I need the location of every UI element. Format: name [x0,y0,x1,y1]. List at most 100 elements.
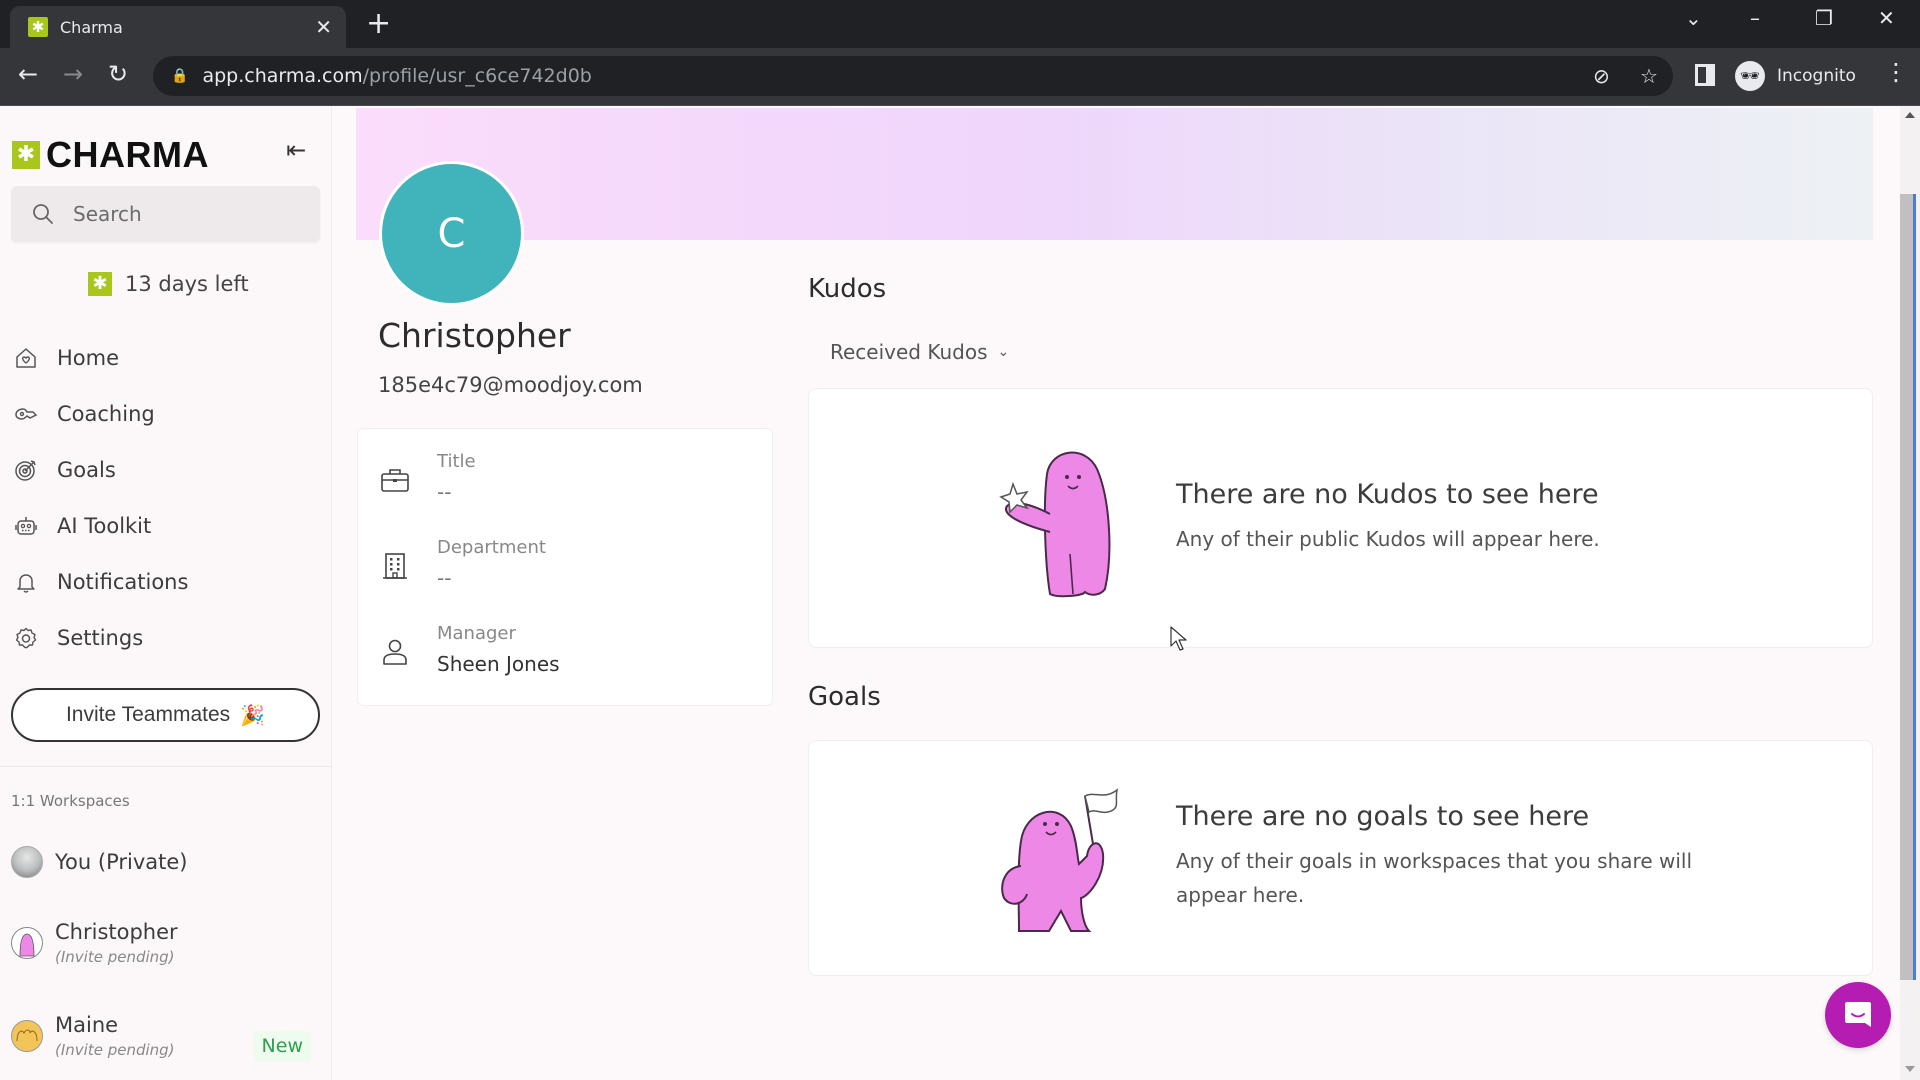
sidebar-item-settings[interactable]: Settings [0,610,332,666]
field-value: -- [437,566,452,590]
browser-tab[interactable]: ✱ Charma ✕ [10,6,346,48]
sidebar-item-coaching[interactable]: Coaching [0,386,332,442]
yellow-character-icon [16,1029,38,1042]
new-tab-button[interactable]: + [366,9,391,39]
sidebar-item-goals[interactable]: Goals [0,442,332,498]
profile-email: 185e4c79@moodjoy.com [378,373,643,397]
character-with-flag-icon [1001,788,1119,932]
character-holding-star-icon [999,451,1111,598]
home-icon [16,348,36,368]
building-icon [383,553,407,579]
goals-empty-card: There are no goals to see here Any of th… [808,740,1873,976]
charma-favicon-icon: ✱ [28,17,48,37]
sidebar-item-label: AI Toolkit [57,514,152,538]
bell-icon [17,574,35,593]
sidebar-item-label: Settings [57,626,144,650]
sidebar-item-label: Notifications [57,570,189,594]
address-bar: ← → ↻ 🔒 app.charma.com/profile/usr_c6ce7… [0,48,1920,106]
browser-menu-icon[interactable]: ⋮ [1884,58,1908,86]
whistle-icon [15,408,38,420]
tab-close-icon[interactable]: ✕ [315,15,332,39]
support-chat-button[interactable] [1825,982,1891,1048]
browser-tab-bar: ✱ Charma ✕ + ⌄ – ❐ ✕ [0,0,1920,48]
charma-logo[interactable]: ✱ CHARMA [12,134,209,176]
sidebar-item-notifications[interactable]: Notifications [0,554,332,610]
collapse-sidebar-icon[interactable]: ⇤ [286,136,306,164]
sidebar-item-label: Goals [57,458,116,482]
workspace-status: (Invite pending) [55,948,175,966]
goals-empty-description: Any of their goals in workspaces that yo… [1176,849,1693,907]
back-button[interactable]: ← [18,60,38,88]
field-label: Department [437,537,546,558]
invite-button-label: Invite Teammates [65,703,231,726]
minimize-button[interactable]: – [1750,6,1760,30]
workspace-item-private[interactable]: You (Private) [11,846,321,878]
sidebar: ✱ CHARMA ⇤ ✱ 13 days left Home Coaching … [0,106,332,1080]
kudos-empty-card: There are no Kudos to see here Any of th… [808,388,1873,648]
page-scrollbar[interactable] [1900,106,1920,1080]
url-field[interactable]: 🔒 app.charma.com/profile/usr_c6ce742d0b … [153,56,1673,96]
reload-button[interactable]: ↻ [108,60,128,88]
kudos-filter-dropdown[interactable]: Received Kudos ⌄ [830,340,1009,364]
workspaces-heading: 1:1 Workspaces [11,792,130,810]
info-row-title: Title -- [380,451,476,504]
close-window-button[interactable]: ✕ [1878,6,1895,30]
avatar [11,846,43,878]
tracking-protection-icon[interactable]: ⊘ [1593,64,1610,88]
workspace-status: (Invite pending) [55,1041,175,1059]
sidebar-divider [0,766,332,767]
search-icon [33,204,53,224]
workspace-item-maine[interactable]: Maine (Invite pending) New [11,1013,321,1061]
restore-button[interactable]: ❐ [1815,6,1833,30]
url-path: /profile/usr_c6ce742d0b [362,65,592,87]
search-input[interactable] [73,202,293,226]
sidebar-item-ai-toolkit[interactable]: AI Toolkit [0,498,332,554]
chevron-down-icon: ⌄ [997,344,1010,360]
incognito-label: Incognito [1777,66,1856,86]
avatar [11,1020,43,1052]
party-popper-icon: 🎉 [240,704,266,727]
robot-icon [15,517,37,535]
goals-empty-title: There are no goals to see here [1176,801,1590,832]
charma-trial-icon: ✱ [88,272,112,296]
chat-icon [1845,1002,1871,1027]
url-host: app.charma.com [202,65,363,87]
new-badge: New [253,1031,311,1061]
side-panel-icon[interactable] [1695,64,1715,86]
scroll-up-arrow-icon[interactable] [1905,112,1915,118]
pink-character-icon [19,933,35,957]
workspace-name: You (Private) [55,850,188,874]
person-icon [383,639,407,665]
charma-logo-icon: ✱ [12,141,40,169]
profile-name: Christopher [378,316,571,355]
invite-teammates-button[interactable]: Invite Teammates 🎉 [11,688,320,742]
field-label: Manager [437,623,516,644]
sidebar-nav: Home Coaching Goals AI Toolkit Notificat… [0,330,332,666]
scroll-down-arrow-icon[interactable] [1905,1066,1915,1072]
kudos-empty-description: Any of their public Kudos will appear he… [1176,527,1600,551]
search-box[interactable] [11,186,320,242]
page: ✱ CHARMA ⇤ ✱ 13 days left Home Coaching … [0,106,1920,1080]
goals-heading: Goals [808,682,881,712]
incognito-icon: 🕶 [1735,61,1765,91]
target-icon [15,460,36,481]
sidebar-item-label: Coaching [57,402,155,426]
trial-days-left: 13 days left [125,272,249,296]
forward-button[interactable]: → [63,60,83,88]
sidebar-item-home[interactable]: Home [0,330,332,386]
kudos-heading: Kudos [808,274,887,304]
gear-icon [15,627,37,649]
info-row-manager: Manager Sheen Jones [380,623,560,676]
bookmark-star-icon[interactable]: ☆ [1640,64,1658,88]
kudos-filter-value: Received Kudos [830,340,988,364]
scroll-thumb[interactable] [1900,194,1916,980]
incognito-indicator[interactable]: 🕶 Incognito [1735,56,1856,96]
sidebar-item-label: Home [57,346,120,370]
briefcase-icon [381,469,409,492]
workspace-item-christopher[interactable]: Christopher (Invite pending) [11,920,321,966]
tab-search-icon[interactable]: ⌄ [1685,6,1702,30]
profile-banner [356,108,1873,240]
profile-info-card: Title -- Department -- Manager Sheen Jon… [357,428,773,706]
trial-status[interactable]: ✱ 13 days left [88,272,249,296]
field-value[interactable]: Sheen Jones [437,652,560,676]
